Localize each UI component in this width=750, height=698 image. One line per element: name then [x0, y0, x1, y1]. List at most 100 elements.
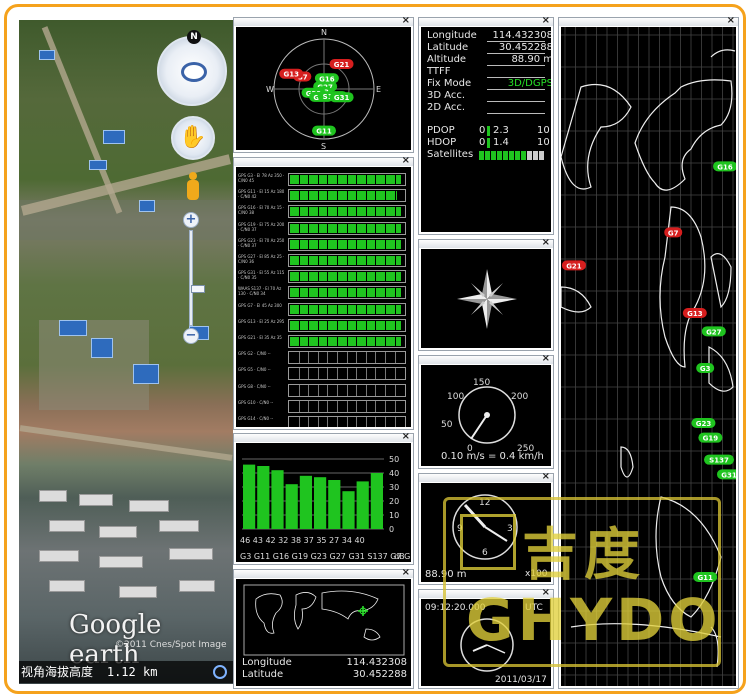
west-label: W	[266, 85, 274, 94]
eye-altitude-label: 视角海拔高度	[21, 665, 94, 679]
panel-titlebar[interactable]	[419, 240, 553, 248]
mini-world-map	[243, 584, 405, 656]
look-around-icon[interactable]	[181, 62, 207, 82]
signal-row-label: GPS G21 · El 35 Az 35	[238, 335, 282, 340]
satellite-S137: S137	[704, 454, 735, 465]
watermark-cn: 吉度	[522, 523, 646, 588]
north-label: N	[321, 28, 327, 37]
panel-titlebar[interactable]	[559, 18, 738, 26]
satellite-G13: G13	[682, 308, 707, 318]
snr-bar	[370, 473, 383, 529]
signal-bar	[288, 302, 406, 316]
satellite-map[interactable]: N ✋ + − Google earth ©2011 Cnes/Spot Ima…	[19, 20, 233, 684]
imagery-copyright: ©2011 Cnes/Spot Image	[115, 640, 227, 650]
snr-ytick: 20	[389, 497, 399, 506]
snr-sats-label: G3 G11 G16 G19 G23 G27 G31 S137 G7 G13 G…	[240, 552, 411, 561]
panel-titlebar[interactable]	[234, 570, 413, 578]
signal-fill	[290, 304, 401, 314]
signal-row-label: GPS G11 · El 15 Az 180 · C/N0 42	[238, 189, 285, 200]
satellites-used-meter	[479, 151, 549, 160]
speed-readout: 0.10 m/s = 0.4 km/h	[441, 451, 544, 462]
satellite-id: G13	[687, 310, 703, 318]
info-row: Altitude 88.90 m	[427, 54, 551, 66]
close-icon[interactable]: ×	[542, 16, 550, 26]
snr-bar	[271, 470, 284, 529]
zoom-slider[interactable]: + −	[183, 212, 205, 344]
app-window: N ✋ + − Google earth ©2011 Cnes/Spot Ima…	[4, 4, 746, 694]
zoom-track[interactable]	[189, 230, 205, 326]
close-icon[interactable]: ×	[542, 354, 550, 364]
info-value: 114.432308	[346, 657, 407, 668]
signal-fill	[290, 272, 401, 282]
signal-row-label: GPS G8 · C/N0 --	[238, 383, 271, 389]
satellite-used-block	[527, 151, 532, 160]
street-view-pegman-icon[interactable]	[187, 172, 199, 202]
signal-fill	[290, 207, 401, 217]
east-label: E	[376, 85, 381, 94]
panel-titlebar[interactable]	[419, 474, 553, 482]
info-row: 2D Acc.	[427, 102, 551, 114]
info-label: 3D Acc.	[427, 90, 466, 101]
panel-titlebar[interactable]	[234, 158, 413, 166]
date-readout: 2011/03/17	[495, 675, 547, 685]
zoom-out-button[interactable]: −	[183, 328, 199, 344]
signal-bar	[288, 286, 406, 300]
pdop-bar	[487, 126, 490, 136]
close-icon[interactable]: ×	[402, 156, 410, 166]
satellite-id: G31	[334, 94, 350, 102]
info-value: 30.452288	[352, 669, 407, 680]
signal-row-label: GPS G16 · El 70 Az 15 · C/N0 38	[238, 205, 285, 216]
snr-ytick: 10	[389, 511, 399, 520]
signal-row-label: GPS G14 · C/N0 --	[238, 416, 274, 421]
snr-bar	[257, 466, 270, 529]
pan-hand-icon[interactable]: ✋	[171, 116, 215, 160]
signal-fill	[290, 256, 401, 265]
signal-bar	[288, 416, 406, 427]
pdop-min: 0	[479, 125, 486, 136]
signal-fill	[290, 175, 401, 184]
info-label: TTFF	[427, 66, 451, 77]
close-icon[interactable]: ×	[542, 472, 550, 482]
panel-titlebar[interactable]	[419, 18, 553, 26]
satellite-id: S137	[709, 457, 729, 465]
zoom-thumb[interactable]	[191, 285, 205, 293]
info-label: Longitude	[242, 657, 292, 668]
map-status-bar: 视角海拔高度 1.12 km	[19, 661, 233, 683]
info-label: 2D Acc.	[427, 102, 466, 113]
signal-bar	[288, 270, 406, 284]
snr-bar	[356, 481, 369, 529]
satellite-id: G7	[668, 229, 679, 237]
eye-altitude-value: 1.12 km	[106, 665, 158, 679]
mini-info-row: Latitude 30.452288	[242, 669, 407, 681]
hdop-max: 10	[537, 137, 550, 148]
snr-bar-chart: 46 43 42 32 38 37 35 27 34 40 G3 G11 G16…	[240, 455, 411, 561]
info-row: 3D Acc.	[427, 90, 551, 102]
close-icon[interactable]: ×	[402, 568, 410, 578]
close-icon[interactable]: ×	[402, 16, 410, 26]
snr-bar	[314, 477, 327, 529]
panel-titlebar[interactable]	[234, 18, 413, 26]
satellite-G13: G13	[279, 68, 304, 79]
close-icon[interactable]: ×	[542, 238, 550, 248]
panel-titlebar[interactable]	[234, 434, 413, 442]
signal-row-label: GPS G31 · El 55 Az 115 · C/N0 35	[238, 270, 285, 281]
close-icon[interactable]: ×	[727, 16, 735, 26]
signal-row-label: GPS G7 · El 45 Az 300	[238, 302, 282, 308]
panel-titlebar[interactable]	[419, 356, 553, 364]
satellite-used-block	[479, 151, 484, 160]
snr-bar	[243, 464, 256, 529]
snr-ytick: 0	[389, 525, 394, 534]
satellite-G16: G16	[713, 161, 736, 171]
close-icon[interactable]: ×	[402, 432, 410, 442]
satellite-G7: G7	[664, 227, 683, 238]
navigation-ring[interactable]: N	[157, 30, 227, 106]
north-indicator[interactable]: N	[187, 30, 201, 44]
satellite-id: G11	[316, 128, 332, 136]
signal-row-label: GPS G3 · El 78 Az 350 · C/N0 45	[238, 173, 285, 183]
signal-fill	[290, 320, 401, 330]
zoom-in-button[interactable]: +	[183, 212, 199, 228]
signal-bar	[288, 335, 406, 348]
signal-bar	[288, 237, 406, 251]
info-label: Longitude	[427, 30, 477, 41]
speed-tick: 200	[511, 392, 528, 402]
